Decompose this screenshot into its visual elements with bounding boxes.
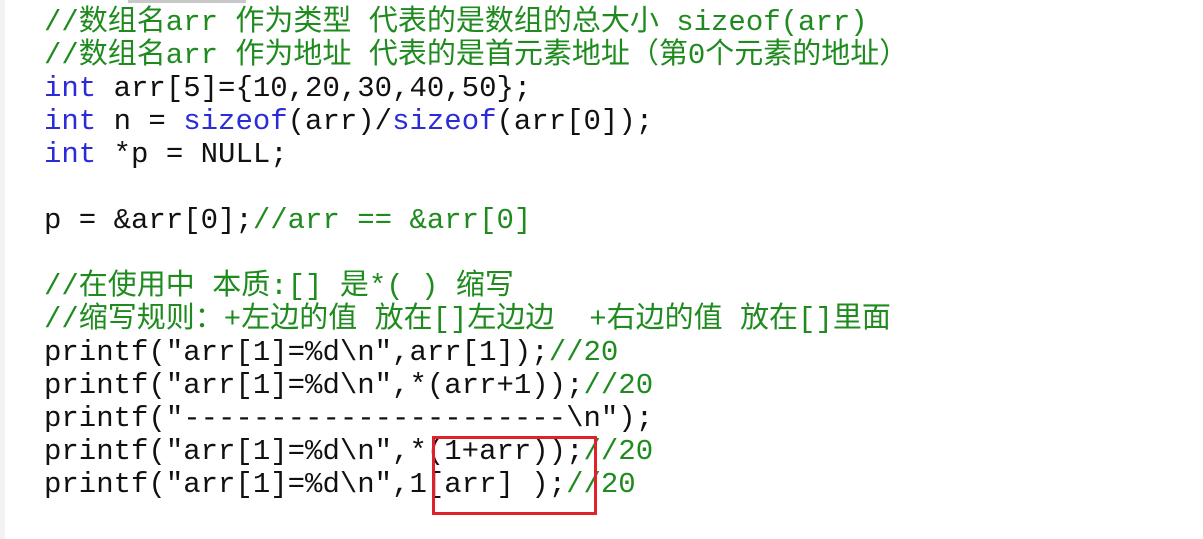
code-comment: //20: [583, 435, 654, 468]
code-text: printf("arr[1]=%d\n",arr[1]);: [44, 336, 549, 369]
code-text: p = &arr[0];: [44, 204, 253, 237]
code-line[interactable]: [44, 237, 908, 270]
code-area[interactable]: //数组名arr 作为类型 代表的是数组的总大小 sizeof(arr)//数组…: [44, 6, 908, 501]
code-keyword: int: [44, 105, 97, 138]
code-text: n =: [96, 105, 184, 138]
code-editor[interactable]: //数组名arr 作为类型 代表的是数组的总大小 sizeof(arr)//数组…: [0, 0, 1203, 539]
scroll-indicator: [128, 0, 246, 3]
code-line[interactable]: //缩写规则：+左边的值 放在[]左边边 +右边的值 放在[]里面: [44, 303, 908, 336]
editor-left-edge: [0, 0, 5, 539]
code-keyword: int: [44, 138, 97, 171]
code-comment: //数组名arr 作为类型 代表的是数组的总大小 sizeof(arr): [44, 6, 868, 39]
code-line[interactable]: p = &arr[0];//arr == &arr[0]: [44, 204, 908, 237]
code-line[interactable]: printf("arr[1]=%d\n",1[arr] );//20: [44, 468, 908, 501]
code-line[interactable]: //在使用中 本质:[] 是*( ) 缩写: [44, 270, 908, 303]
code-comment: //20: [566, 468, 636, 501]
code-text: *p = NULL;: [96, 138, 288, 171]
code-comment: //20: [548, 336, 619, 369]
code-comment: //arr == &arr[0]: [252, 204, 532, 237]
code-line[interactable]: printf("arr[1]=%d\n",arr[1]);//20: [44, 336, 908, 369]
code-keyword: sizeof: [392, 105, 497, 138]
code-text: (arr[0]);: [496, 105, 654, 138]
code-line[interactable]: int arr[5]={10,20,30,40,50};: [44, 72, 908, 105]
code-comment: //20: [583, 369, 654, 402]
code-text: arr[5]={10,20,30,40,50};: [96, 72, 532, 105]
code-line[interactable]: //数组名arr 作为类型 代表的是数组的总大小 sizeof(arr): [44, 6, 908, 39]
code-line[interactable]: //数组名arr 作为地址 代表的是首元素地址（第0个元素的地址）: [44, 39, 908, 72]
code-text: printf("arr[1]=%d\n",1[arr] );: [44, 468, 567, 501]
code-line[interactable]: printf("arr[1]=%d\n",*(1+arr));//20: [44, 435, 908, 468]
code-comment: //数组名arr 作为地址 代表的是首元素地址（第0个元素的地址）: [44, 39, 909, 72]
code-keyword: int: [44, 72, 97, 105]
code-line[interactable]: int *p = NULL;: [44, 138, 908, 171]
code-text: printf("----------------------\n");: [44, 402, 654, 435]
code-line[interactable]: [44, 171, 908, 204]
code-text: (arr)/: [287, 105, 393, 138]
code-comment: //缩写规则：+左边的值 放在[]左边边 +右边的值 放在[]里面: [44, 303, 891, 336]
code-comment: //在使用中 本质:[] 是*( ) 缩写: [44, 270, 514, 303]
code-text: printf("arr[1]=%d\n",*(arr+1));: [44, 369, 584, 402]
code-text: printf("arr[1]=%d\n",*(1+arr));: [44, 435, 584, 468]
code-line[interactable]: printf("----------------------\n");: [44, 402, 908, 435]
code-line[interactable]: int n = sizeof(arr)/sizeof(arr[0]);: [44, 105, 908, 138]
code-line[interactable]: printf("arr[1]=%d\n",*(arr+1));//20: [44, 369, 908, 402]
code-keyword: sizeof: [183, 105, 288, 138]
